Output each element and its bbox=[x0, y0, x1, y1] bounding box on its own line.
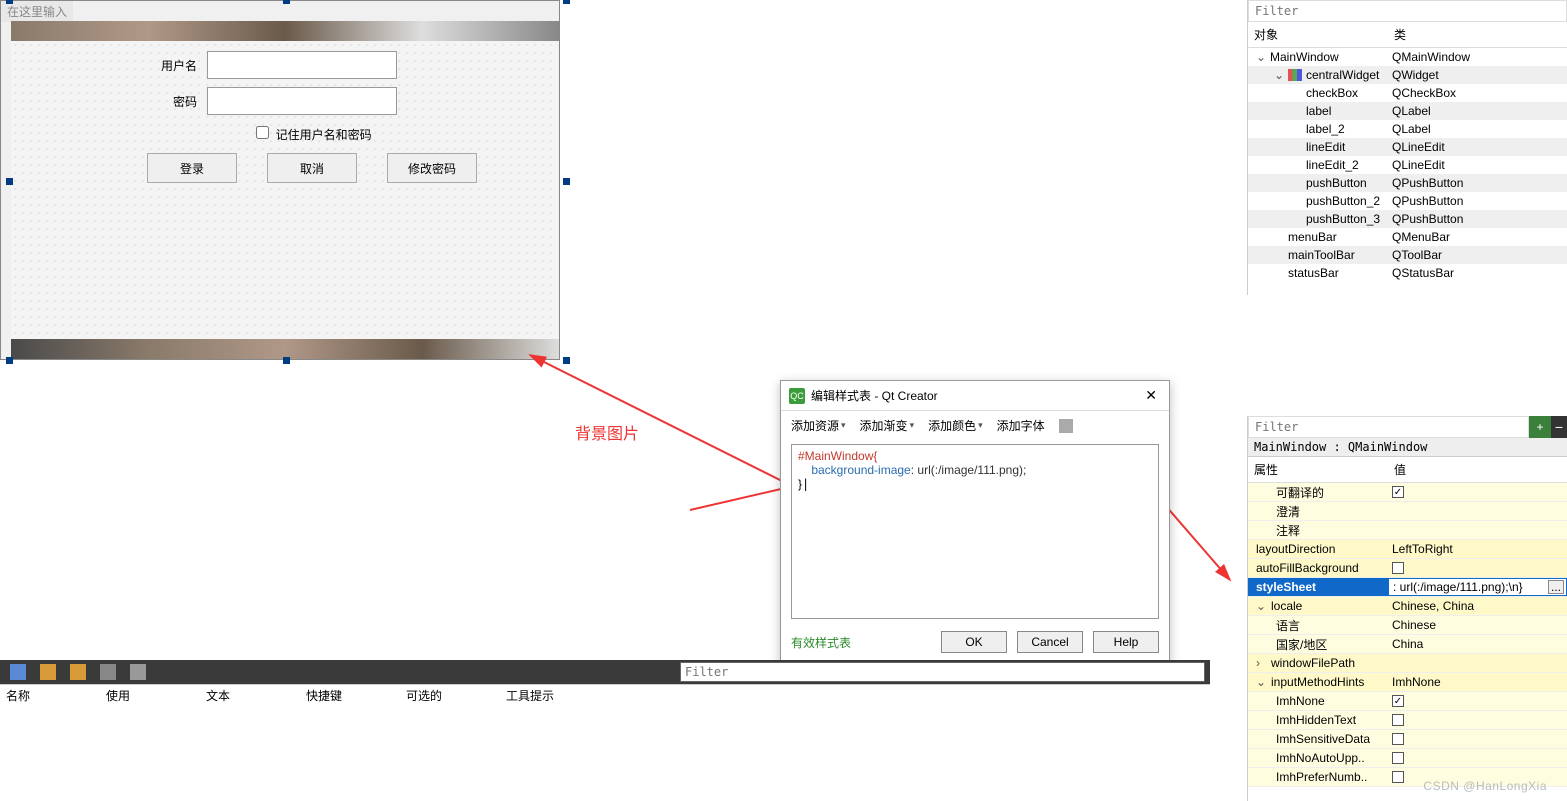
annotation-arrow bbox=[500, 340, 820, 500]
resize-handle[interactable] bbox=[283, 0, 290, 4]
property-row[interactable]: layoutDirectionLeftToRight bbox=[1248, 540, 1567, 559]
bg-image-strip-bottom bbox=[11, 339, 559, 359]
edit-icon[interactable] bbox=[130, 664, 146, 680]
property-row[interactable]: ImhNone✓ bbox=[1248, 692, 1567, 711]
qtcreator-icon: QC bbox=[789, 388, 805, 404]
tree-row[interactable]: menuBarQMenuBar bbox=[1248, 228, 1567, 246]
tree-header-object[interactable]: 对象 bbox=[1248, 22, 1388, 47]
tree-row[interactable]: pushButton_3QPushButton bbox=[1248, 210, 1567, 228]
more-button[interactable]: ... bbox=[1548, 580, 1564, 594]
stylesheet-textarea[interactable]: #MainWindow{ background-image: url(:/ima… bbox=[791, 444, 1159, 619]
watermark: CSDN @HanLongXia bbox=[1423, 779, 1547, 793]
property-row[interactable]: ImhSensitiveData bbox=[1248, 730, 1567, 749]
remove-property-icon[interactable]: − bbox=[1551, 416, 1567, 438]
checkbox-icon[interactable] bbox=[1392, 771, 1404, 783]
dialog-title: 编辑样式表 - Qt Creator bbox=[811, 387, 938, 404]
wand-icon[interactable] bbox=[1059, 419, 1073, 433]
form-designer-canvas[interactable]: 在这里输入 用户名 密码 记住用户名和密码 登录 取消 修改密码 bbox=[0, 0, 570, 360]
property-row[interactable]: autoFillBackground bbox=[1248, 559, 1567, 578]
folder-icon[interactable] bbox=[70, 664, 86, 680]
checkbox-icon[interactable] bbox=[1392, 562, 1404, 574]
resize-handle[interactable] bbox=[6, 178, 13, 185]
tree-row[interactable]: lineEditQLineEdit bbox=[1248, 138, 1567, 156]
stylesheet-editor-dialog: QC 编辑样式表 - Qt Creator ✕ 添加资源 ▾ 添加渐变 ▾ 添加颜… bbox=[780, 380, 1170, 664]
resize-handle[interactable] bbox=[6, 357, 13, 364]
delete-icon[interactable] bbox=[100, 664, 116, 680]
checkbox-icon[interactable] bbox=[1392, 752, 1404, 764]
remember-checkbox[interactable]: 记住用户名和密码 bbox=[252, 128, 371, 142]
property-row[interactable]: 可翻译的✓ bbox=[1248, 483, 1567, 502]
tree-row[interactable]: statusBarQStatusBar bbox=[1248, 264, 1567, 282]
tree-row[interactable]: checkBoxQCheckBox bbox=[1248, 84, 1567, 102]
username-label: 用户名 bbox=[137, 57, 197, 74]
property-row[interactable]: 语言Chinese bbox=[1248, 616, 1567, 635]
resize-handle[interactable] bbox=[283, 357, 290, 364]
tree-row[interactable]: ⌄centralWidgetQWidget bbox=[1248, 66, 1567, 84]
action-column-header[interactable]: 工具提示 bbox=[500, 685, 600, 704]
action-column-header[interactable]: 使用 bbox=[100, 685, 200, 704]
cancel-button[interactable]: 取消 bbox=[267, 153, 357, 183]
property-row[interactable]: styleSheet: url(:/image/111.png);\n}... bbox=[1248, 578, 1567, 597]
property-row[interactable]: ImhNoAutoUpp.. bbox=[1248, 749, 1567, 768]
action-column-header[interactable]: 文本 bbox=[200, 685, 300, 704]
checkbox-icon[interactable] bbox=[1392, 733, 1404, 745]
folder-icon[interactable] bbox=[40, 664, 56, 680]
tree-row[interactable]: mainToolBarQToolBar bbox=[1248, 246, 1567, 264]
help-button[interactable]: Help bbox=[1093, 631, 1159, 653]
resize-handle[interactable] bbox=[6, 0, 13, 4]
checkbox-icon[interactable]: ✓ bbox=[1392, 486, 1404, 498]
property-row[interactable]: ⌄inputMethodHintsImhNone bbox=[1248, 673, 1567, 692]
ok-button[interactable]: OK bbox=[941, 631, 1007, 653]
action-filter-input[interactable] bbox=[680, 662, 1205, 682]
resize-handle[interactable] bbox=[563, 357, 570, 364]
add-gradient-dropdown[interactable]: 添加渐变 ▾ bbox=[860, 417, 915, 434]
add-resource-dropdown[interactable]: 添加资源 ▾ bbox=[791, 417, 846, 434]
validity-label: 有效样式表 bbox=[791, 634, 931, 651]
object-inspector-panel: 对象 类 ⌄MainWindowQMainWindow⌄centralWidge… bbox=[1247, 0, 1567, 295]
property-row[interactable]: 澄清 bbox=[1248, 502, 1567, 521]
tree-header-class[interactable]: 类 bbox=[1388, 22, 1567, 47]
new-action-icon[interactable] bbox=[10, 664, 26, 680]
tree-row[interactable]: labelQLabel bbox=[1248, 102, 1567, 120]
form-title-input[interactable]: 在这里输入 bbox=[1, 1, 73, 22]
property-editor-panel: + − MainWindow : QMainWindow 属性 值 可翻译的✓澄… bbox=[1247, 416, 1567, 801]
tree-row[interactable]: label_2QLabel bbox=[1248, 120, 1567, 138]
object-filter-input[interactable] bbox=[1248, 0, 1567, 22]
property-filter-input[interactable] bbox=[1248, 416, 1529, 438]
property-row[interactable]: ImhHiddenText bbox=[1248, 711, 1567, 730]
property-row[interactable]: 国家/地区China bbox=[1248, 635, 1567, 654]
annotation-label: 背景图片 bbox=[575, 420, 639, 444]
layout-icon bbox=[1288, 69, 1302, 81]
property-row[interactable]: ⌄localeChinese, China bbox=[1248, 597, 1567, 616]
close-icon[interactable]: ✕ bbox=[1141, 387, 1161, 404]
action-column-header[interactable]: 快捷键 bbox=[300, 685, 400, 704]
checkbox-icon[interactable] bbox=[1392, 714, 1404, 726]
tree-row[interactable]: pushButton_2QPushButton bbox=[1248, 192, 1567, 210]
login-button[interactable]: 登录 bbox=[147, 153, 237, 183]
property-row[interactable]: ›windowFilePath bbox=[1248, 654, 1567, 673]
add-property-icon[interactable]: + bbox=[1529, 416, 1551, 438]
tree-row[interactable]: ⌄MainWindowQMainWindow bbox=[1248, 48, 1567, 66]
action-column-header[interactable]: 可选的 bbox=[400, 685, 500, 704]
add-font-button[interactable]: 添加字体 bbox=[997, 417, 1045, 434]
password-input[interactable] bbox=[207, 87, 397, 115]
cancel-dialog-button[interactable]: Cancel bbox=[1017, 631, 1083, 653]
username-input[interactable] bbox=[207, 51, 397, 79]
action-column-header[interactable]: 名称 bbox=[0, 685, 100, 704]
prop-header-name[interactable]: 属性 bbox=[1248, 457, 1388, 482]
tree-row[interactable]: pushButtonQPushButton bbox=[1248, 174, 1567, 192]
bg-image-strip-top bbox=[11, 21, 559, 41]
property-object-path: MainWindow : QMainWindow bbox=[1248, 438, 1567, 457]
checkbox-icon[interactable]: ✓ bbox=[1392, 695, 1404, 707]
change-password-button[interactable]: 修改密码 bbox=[387, 153, 477, 183]
prop-header-value[interactable]: 值 bbox=[1388, 457, 1567, 482]
property-row[interactable]: 注释 bbox=[1248, 521, 1567, 540]
resize-handle[interactable] bbox=[563, 0, 570, 4]
tree-row[interactable]: lineEdit_2QLineEdit bbox=[1248, 156, 1567, 174]
add-color-dropdown[interactable]: 添加颜色 ▾ bbox=[928, 417, 983, 434]
resize-handle[interactable] bbox=[563, 178, 570, 185]
password-label: 密码 bbox=[137, 93, 197, 110]
